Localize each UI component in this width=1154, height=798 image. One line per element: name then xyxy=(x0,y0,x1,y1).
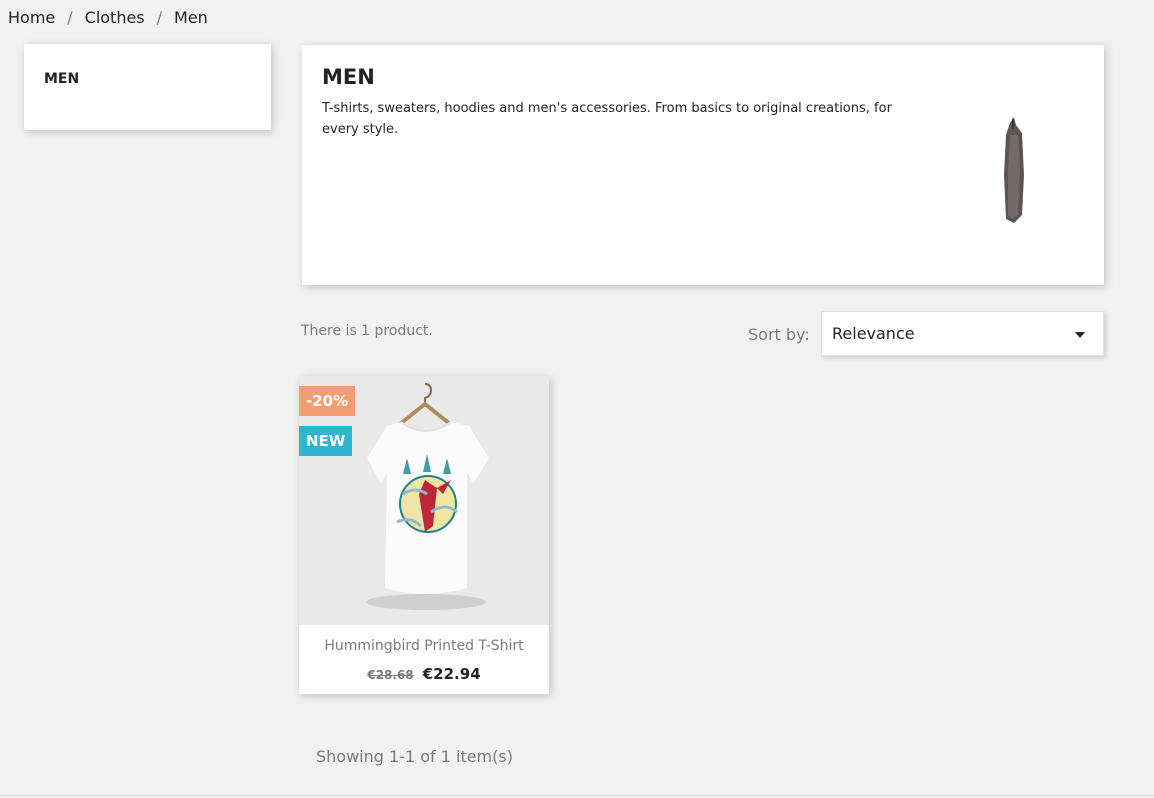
new-badge: NEW xyxy=(299,426,353,456)
category-description: T-shirts, sweaters, hoodies and men's ac… xyxy=(322,101,892,137)
breadcrumb-men[interactable]: Men xyxy=(174,8,208,27)
product-count: There is 1 product. xyxy=(301,323,433,339)
sale-price: €22.94 xyxy=(422,665,481,683)
category-header: MEN T-shirts, sweaters, hoodies and men'… xyxy=(302,45,1104,285)
caret-down-icon xyxy=(1075,332,1085,338)
breadcrumb-home[interactable]: Home xyxy=(8,8,55,27)
sort-selected-value: Relevance xyxy=(832,324,915,343)
product-name-link[interactable]: Hummingbird Printed T-Shirt xyxy=(299,638,549,654)
product-card[interactable]: -20% NEW Hummingbird Printed T-Shirt €28… xyxy=(299,376,549,694)
sort-dropdown[interactable]: Relevance xyxy=(821,311,1104,356)
breadcrumb-separator: / xyxy=(67,8,73,27)
category-image xyxy=(1004,117,1024,223)
regular-price: €28.68 xyxy=(367,668,414,682)
breadcrumb-separator: / xyxy=(156,8,163,27)
discount-badge: -20% xyxy=(299,386,356,416)
breadcrumb: Home / Clothes / Men xyxy=(8,8,208,27)
sort-label: Sort by: xyxy=(748,325,810,344)
breadcrumb-clothes[interactable]: Clothes xyxy=(85,8,145,27)
sidebar-category-title[interactable]: MEN xyxy=(44,71,251,87)
product-thumbnail[interactable]: -20% NEW xyxy=(299,376,549,625)
divider xyxy=(0,795,1154,796)
category-sidebar: MEN xyxy=(24,44,271,130)
product-prices: €28.68 €22.94 xyxy=(299,664,549,683)
pagination-summary: Showing 1-1 of 1 item(s) xyxy=(316,747,513,766)
category-title: MEN xyxy=(322,65,375,89)
